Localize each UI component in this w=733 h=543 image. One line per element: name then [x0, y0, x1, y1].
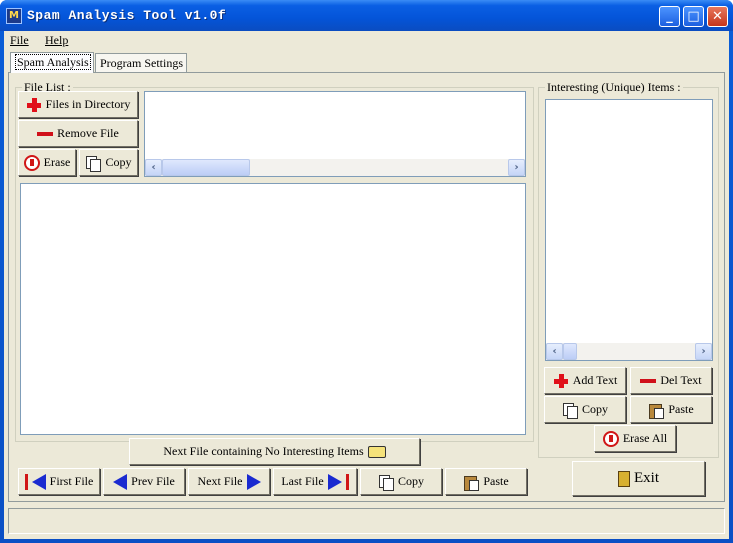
last-file-label: Last File: [281, 474, 324, 488]
tab-program-settings-label: Program Settings: [100, 56, 183, 70]
status-bar: [8, 508, 725, 534]
erase-icon: [23, 154, 40, 171]
paste-icon: [648, 402, 665, 419]
nav-copy-button[interactable]: Copy: [360, 468, 442, 495]
last-file-button[interactable]: Last File: [273, 468, 357, 495]
spam-analysis-panel: File List : Files in Directory Remove Fi…: [8, 72, 725, 502]
erase-all-button[interactable]: Erase All: [594, 425, 676, 452]
scroll-thumb[interactable]: [162, 159, 250, 176]
client-area: File Help Spam Analysis Program Settings…: [4, 31, 729, 539]
first-arrow-icon: [31, 473, 46, 490]
next-file-label: Next File: [197, 474, 243, 488]
interesting-paste-label: Paste: [668, 402, 694, 416]
interesting-items-list[interactable]: ‹ ›: [545, 99, 713, 361]
scroll-thumb[interactable]: [563, 343, 577, 360]
maximize-icon: □: [687, 9, 700, 24]
nav-paste-label: Paste: [483, 474, 509, 488]
minimize-icon: _: [666, 9, 673, 24]
add-text-label: Add Text: [572, 373, 618, 387]
interesting-copy-label: Copy: [581, 402, 608, 416]
pointing-hand-icon: [367, 445, 386, 458]
next-file-button[interactable]: Next File: [188, 468, 270, 495]
plus-icon: [553, 373, 569, 389]
remove-file-label: Remove File: [57, 126, 119, 140]
minus-icon: [640, 373, 657, 389]
copy-icon: [85, 155, 102, 172]
last-bar-icon: [345, 473, 349, 490]
erase-icon: [602, 430, 619, 447]
minimize-button[interactable]: _: [659, 6, 680, 27]
file-list-hscrollbar[interactable]: ‹ ›: [145, 159, 525, 176]
interesting-hscrollbar[interactable]: ‹ ›: [546, 343, 712, 360]
file-content-area[interactable]: [20, 183, 526, 435]
menu-file[interactable]: File: [10, 33, 29, 48]
interesting-items-legend: Interesting (Unique) Items :: [545, 80, 683, 95]
app-icon[interactable]: M: [6, 8, 22, 24]
tab-spam-analysis-label: Spam Analysis: [15, 54, 91, 70]
application-window: M Spam Analysis Tool v1.0f _ □ ✕ File He…: [0, 0, 733, 543]
file-list-copy-button[interactable]: Copy: [79, 149, 138, 176]
first-file-button[interactable]: First File: [18, 468, 100, 495]
tab-program-settings[interactable]: Program Settings: [95, 53, 187, 72]
copy-icon: [378, 474, 394, 491]
close-button[interactable]: ✕: [707, 6, 728, 27]
del-text-button[interactable]: Del Text: [630, 367, 712, 394]
next-arrow-icon: [246, 473, 261, 490]
menu-file-label: File: [10, 33, 29, 47]
close-icon: ✕: [712, 9, 723, 24]
minus-icon: [37, 126, 54, 142]
nav-copy-label: Copy: [397, 474, 424, 488]
files-in-directory-button[interactable]: Files in Directory: [18, 91, 138, 118]
scroll-left-icon[interactable]: ‹: [546, 343, 563, 360]
prev-file-button[interactable]: Prev File: [103, 468, 185, 495]
exit-door-icon: [618, 470, 630, 487]
menu-bar: File Help: [4, 31, 729, 49]
interesting-paste-button[interactable]: Paste: [630, 396, 712, 423]
next-no-interesting-label: Next File containing No Interesting Item…: [163, 444, 364, 458]
prev-file-label: Prev File: [131, 474, 175, 488]
title-bar[interactable]: M Spam Analysis Tool v1.0f _ □ ✕: [0, 0, 733, 31]
exit-label: Exit: [634, 470, 659, 486]
remove-file-button[interactable]: Remove File: [18, 120, 138, 147]
interesting-copy-button[interactable]: Copy: [544, 396, 626, 423]
file-list-copy-label: Copy: [105, 155, 132, 169]
scroll-right-icon[interactable]: ›: [508, 159, 525, 176]
file-list-box[interactable]: ‹ ›: [144, 91, 526, 177]
erase-label: Erase: [43, 155, 71, 169]
del-text-label: Del Text: [660, 373, 702, 387]
window-title: Spam Analysis Tool v1.0f: [27, 8, 227, 23]
first-bar-icon: [24, 473, 28, 490]
menu-help-label: Help: [45, 33, 69, 47]
nav-paste-button[interactable]: Paste: [445, 468, 527, 495]
plus-icon: [26, 97, 42, 113]
scroll-right-icon[interactable]: ›: [695, 343, 712, 360]
add-text-button[interactable]: Add Text: [544, 367, 626, 394]
erase-all-label: Erase All: [622, 431, 668, 445]
paste-icon: [463, 474, 480, 491]
next-no-interesting-button[interactable]: Next File containing No Interesting Item…: [129, 438, 420, 465]
first-file-label: First File: [49, 474, 94, 488]
last-arrow-icon: [327, 473, 342, 490]
erase-button[interactable]: Erase: [18, 149, 76, 176]
scroll-left-icon[interactable]: ‹: [145, 159, 162, 176]
maximize-button[interactable]: □: [683, 6, 704, 27]
files-in-directory-label: Files in Directory: [45, 97, 131, 111]
exit-button[interactable]: Exit: [572, 461, 705, 496]
menu-help[interactable]: Help: [45, 33, 68, 48]
tab-spam-analysis[interactable]: Spam Analysis: [10, 52, 94, 73]
prev-arrow-icon: [113, 473, 128, 490]
copy-icon: [562, 402, 578, 419]
